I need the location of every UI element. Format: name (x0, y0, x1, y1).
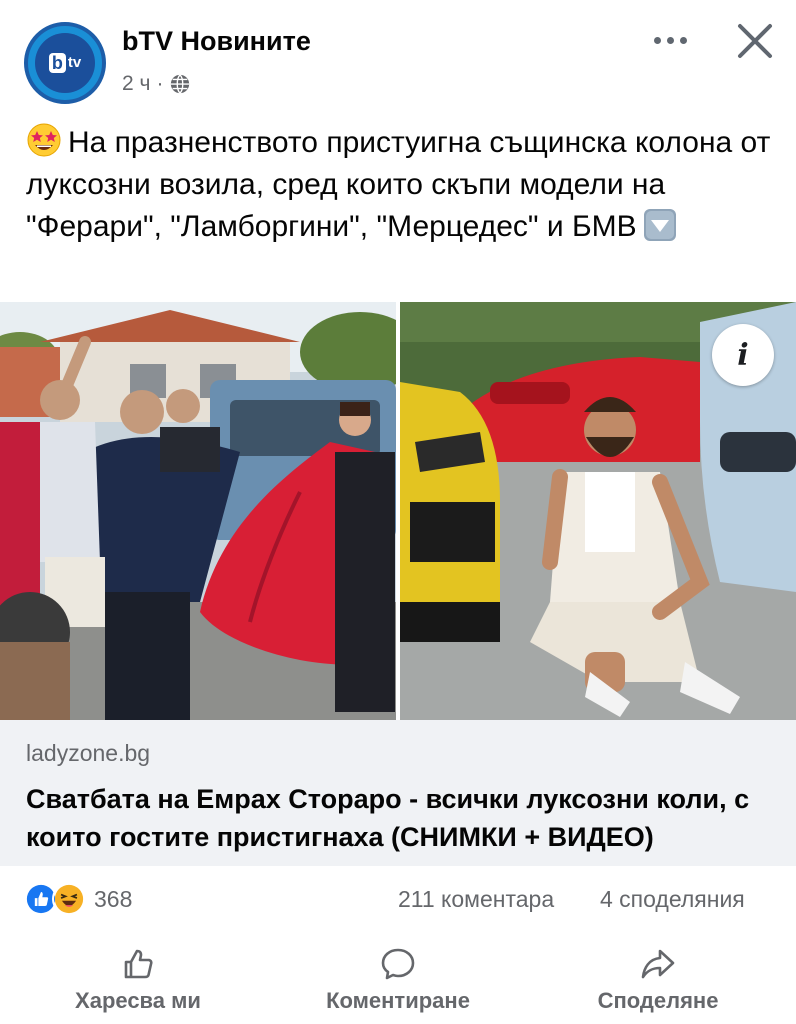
wedding-photo-image (0, 302, 396, 720)
avatar-logo-tv: tv (67, 54, 82, 71)
close-icon[interactable] (734, 20, 776, 62)
post-media[interactable]: i (0, 302, 796, 720)
meta-separator: · (156, 72, 164, 95)
comments-count[interactable]: 211 коментара (398, 886, 554, 913)
post-stats: 368 211 коментара 4 споделяния (0, 866, 796, 936)
avatar-logo-b: b (48, 53, 66, 73)
page-name[interactable]: bTV Новините (122, 26, 311, 57)
reactions-count: 368 (94, 885, 133, 912)
more-options-button[interactable] (646, 22, 694, 58)
reactions-summary[interactable]: 368 (24, 882, 132, 916)
dot-icon (666, 36, 674, 44)
down-arrow-emoji-icon (643, 209, 676, 241)
dot-icon (653, 36, 661, 44)
share-label: Споделяне (597, 988, 719, 1013)
wedding-photo[interactable] (0, 302, 396, 720)
avatar-logo: b tv (35, 33, 95, 93)
post-header: b tv bTV Новините 2 ч · (0, 0, 796, 118)
shares-count[interactable]: 4 споделяния (600, 886, 745, 913)
post-time[interactable]: 2 ч (122, 72, 150, 96)
comment-label: Коментиране (326, 988, 470, 1013)
globe-icon (171, 74, 190, 94)
info-icon[interactable]: i (712, 324, 774, 386)
like-button[interactable]: Харесва ми (8, 938, 268, 1024)
like-label: Харесва ми (75, 988, 201, 1013)
dot-icon (679, 36, 687, 44)
post-text: На празненството пристуигна същинска кол… (26, 122, 776, 248)
link-title[interactable]: Сватбата на Емрах Стораро - всички луксо… (26, 780, 786, 856)
action-bar: Харесва ми Коментиране Споделяне (0, 938, 796, 1024)
share-button[interactable]: Споделяне (528, 938, 788, 1024)
link-preview[interactable]: ladyzone.bg Сватбата на Емрах Стораро - … (0, 720, 796, 866)
star-struck-emoji-icon (27, 123, 61, 157)
comment-button[interactable]: Коментиране (268, 938, 528, 1024)
thumbs-up-icon (124, 949, 153, 979)
post-meta: 2 ч · (122, 72, 191, 96)
share-icon (641, 949, 675, 979)
page-avatar[interactable]: b tv (24, 22, 106, 104)
comment-icon (381, 948, 415, 980)
haha-icon (52, 882, 86, 916)
link-domain: ladyzone.bg (26, 740, 151, 766)
